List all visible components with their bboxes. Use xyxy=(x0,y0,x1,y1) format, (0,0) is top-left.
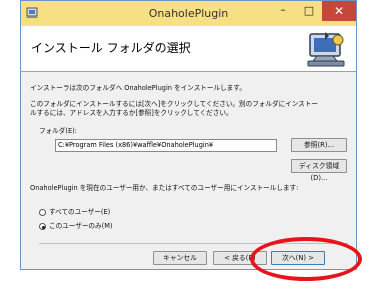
install-for-question: OnaholePlugin を現在のユーザー用か、またはすべてのユーザー用にイン… xyxy=(30,184,299,192)
title-bar: OnaholePlugin – □ ✕ xyxy=(21,1,356,26)
close-button[interactable]: ✕ xyxy=(322,1,356,21)
browse-button[interactable]: 参照(R)... xyxy=(291,138,347,152)
radio-this-user[interactable] xyxy=(39,223,46,230)
page-title: インストール フォルダの選択 xyxy=(31,41,191,55)
instructions-line2: ルするには、アドレスを入力するか[参照]をクリックしてください。 xyxy=(30,109,233,117)
radio-all-users-label[interactable]: すべてのユーザー(E) xyxy=(49,208,110,217)
disk-cost-button[interactable]: ディスク領域(D)... xyxy=(291,159,347,182)
installer-window: OnaholePlugin – □ ✕ インストール フォルダの選択 インストー… xyxy=(20,0,357,270)
folder-path-input[interactable]: C:¥Program Files (x86)¥waffle¥OnaholePlu… xyxy=(55,139,277,152)
radio-this-user-label[interactable]: このユーザーのみ(M) xyxy=(49,222,112,231)
wizard-header: インストール フォルダの選択 xyxy=(21,26,356,72)
minimize-button[interactable]: – xyxy=(270,1,296,21)
radio-all-users[interactable] xyxy=(39,209,46,216)
cancel-button[interactable]: キャンセル xyxy=(153,251,207,265)
instructions-line1: このフォルダにインストールするには[次へ]をクリックしてください。別のフォルダに… xyxy=(30,100,319,108)
maximize-button[interactable]: □ xyxy=(296,1,322,21)
computer-setup-icon xyxy=(307,32,345,67)
radio-selected-dot xyxy=(41,225,45,229)
highlight-annotation-oval xyxy=(250,237,362,281)
intro-text: インストーラは次のフォルダへ OnaholePlugin をインストールします。 xyxy=(30,84,246,92)
folder-label: フォルダ(E): xyxy=(39,127,77,135)
